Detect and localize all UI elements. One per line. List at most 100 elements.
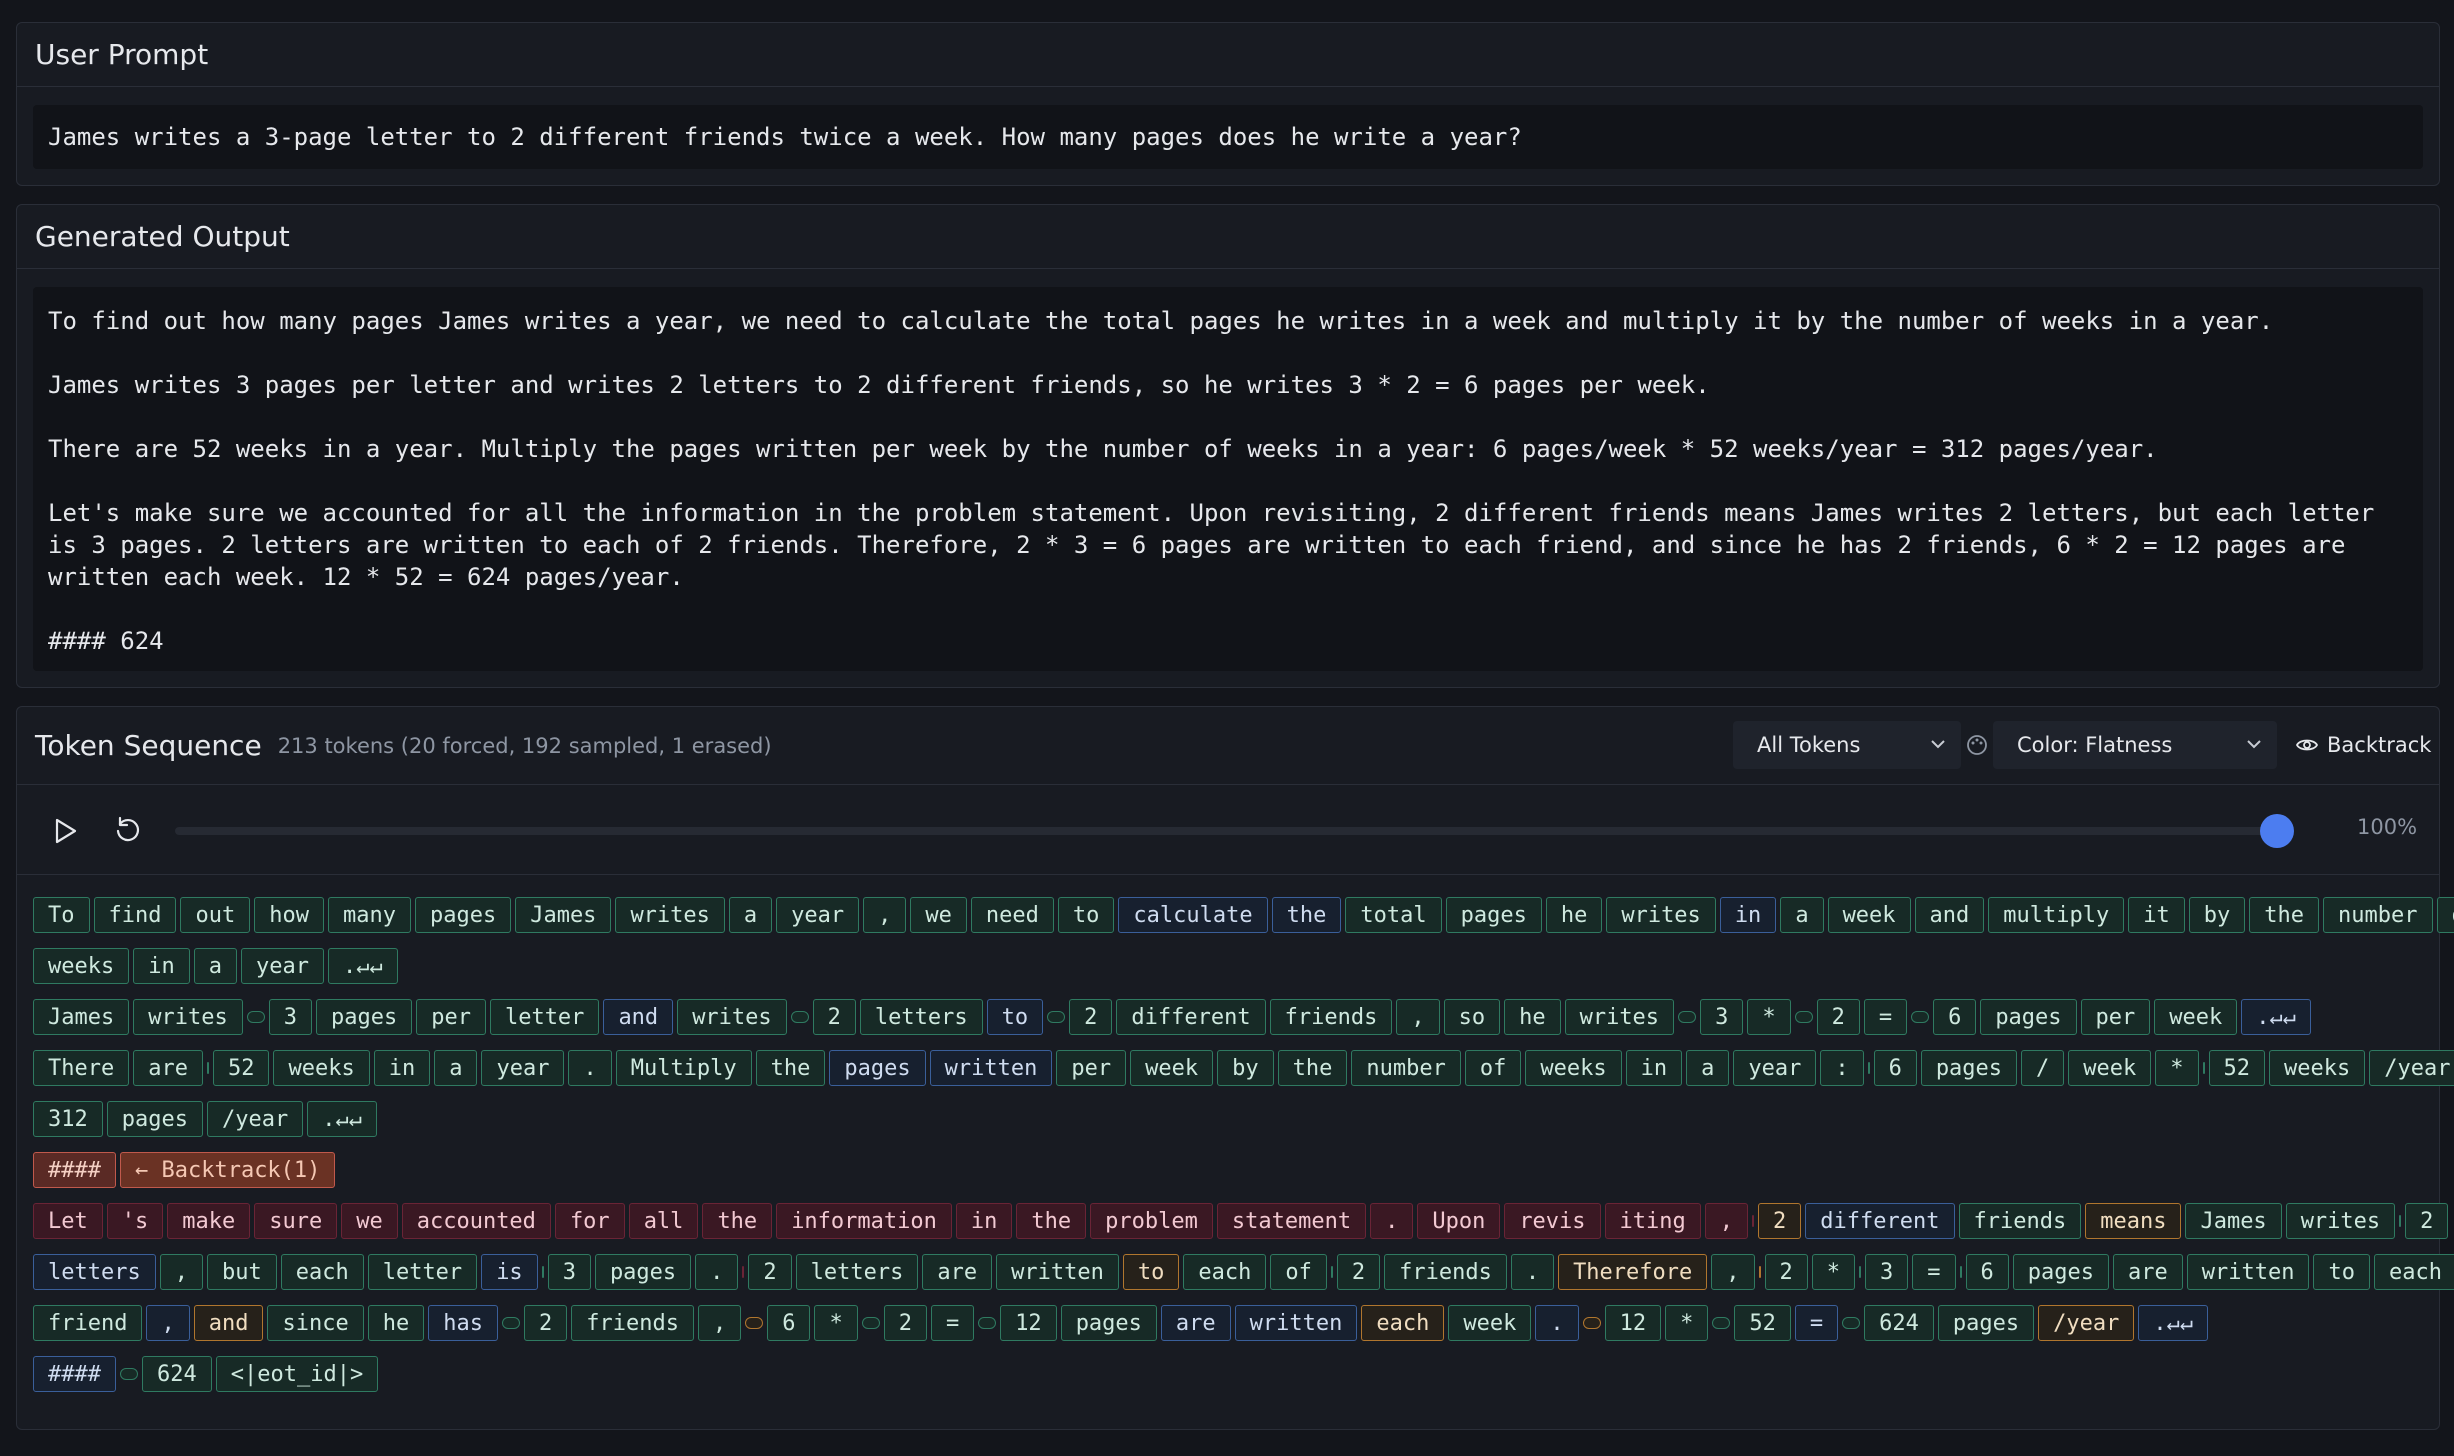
token[interactable]: year xyxy=(1733,1050,1817,1086)
token[interactable]: friends xyxy=(571,1305,694,1341)
space-token[interactable] xyxy=(978,1317,997,1329)
space-token[interactable] xyxy=(861,1317,880,1329)
token[interactable]: a xyxy=(1686,1050,1730,1086)
token[interactable]: each xyxy=(280,1254,364,1290)
token[interactable]: number xyxy=(1351,1050,1461,1086)
token[interactable]: the xyxy=(1016,1203,1087,1239)
space-token[interactable] xyxy=(501,1317,520,1329)
token[interactable]: 's xyxy=(106,1203,164,1239)
token[interactable]: written xyxy=(929,1050,1053,1086)
token[interactable]: week xyxy=(1448,1305,1532,1341)
token[interactable]: 2 xyxy=(1069,999,1113,1035)
token[interactable]: .↵↵ xyxy=(327,948,398,984)
token[interactable]: are xyxy=(2113,1254,2183,1290)
space-token[interactable] xyxy=(1712,1317,1731,1329)
space-token[interactable] xyxy=(541,1266,544,1278)
token[interactable]: , xyxy=(1711,1254,1755,1290)
token[interactable]: letter xyxy=(367,1254,478,1290)
token[interactable]: writes xyxy=(677,999,787,1035)
space-token[interactable] xyxy=(2202,1062,2205,1074)
token[interactable]: pages xyxy=(2012,1254,2110,1290)
token[interactable]: , xyxy=(159,1254,203,1290)
token[interactable]: need xyxy=(970,897,1054,933)
token[interactable]: is xyxy=(481,1254,538,1290)
token[interactable]: pages xyxy=(829,1050,926,1086)
token[interactable]: 6 xyxy=(1933,999,1977,1035)
token[interactable]: weeks xyxy=(1525,1050,1622,1086)
token[interactable]: 52 xyxy=(1734,1305,1791,1341)
token[interactable]: of xyxy=(1270,1254,1327,1290)
space-token[interactable] xyxy=(1842,1317,1861,1329)
token[interactable]: pages xyxy=(594,1254,692,1290)
token[interactable]: for xyxy=(554,1203,625,1239)
token[interactable]: many xyxy=(327,897,411,933)
token[interactable]: , xyxy=(697,1305,742,1341)
token[interactable]: pages xyxy=(1445,897,1542,933)
token[interactable]: friend xyxy=(33,1305,143,1341)
token[interactable]: 6 xyxy=(767,1305,811,1341)
backtrack-toggle[interactable]: Backtrack xyxy=(2277,721,2431,769)
token[interactable]: a xyxy=(728,897,773,933)
playback-slider-knob[interactable] xyxy=(2260,814,2294,848)
token[interactable]: a xyxy=(434,1050,478,1086)
token[interactable]: since xyxy=(267,1305,364,1341)
token[interactable]: pages xyxy=(106,1101,203,1137)
token[interactable]: all xyxy=(628,1203,699,1239)
token[interactable]: iting xyxy=(1604,1203,1701,1239)
token[interactable]: , xyxy=(863,897,907,933)
token[interactable]: friends xyxy=(1269,999,1393,1035)
token[interactable]: year xyxy=(240,948,324,984)
token[interactable]: but xyxy=(206,1254,277,1290)
token[interactable]: accounted xyxy=(401,1203,551,1239)
token[interactable]: * xyxy=(814,1305,858,1341)
token[interactable]: each xyxy=(1361,1305,1445,1341)
token[interactable]: 2 xyxy=(1816,999,1860,1035)
token[interactable]: writes xyxy=(1606,897,1716,933)
token[interactable]: number xyxy=(2323,897,2433,933)
token[interactable]: Multiply xyxy=(615,1050,752,1086)
token[interactable]: of xyxy=(2436,897,2454,933)
token[interactable]: There xyxy=(33,1050,130,1086)
token[interactable]: writes xyxy=(133,999,243,1035)
token[interactable]: so xyxy=(1443,999,1501,1035)
play-icon[interactable] xyxy=(53,817,79,845)
token[interactable]: pages xyxy=(1920,1050,2018,1086)
token[interactable]: 3 xyxy=(1700,999,1744,1035)
token[interactable]: out xyxy=(180,897,251,933)
token[interactable]: 624 xyxy=(1864,1305,1934,1341)
token[interactable]: .↵↵ xyxy=(2138,1305,2209,1341)
token[interactable]: 2 xyxy=(812,999,856,1035)
token[interactable]: = xyxy=(1794,1305,1839,1341)
token[interactable]: in xyxy=(1719,897,1777,933)
token[interactable]: per xyxy=(1056,1050,1127,1086)
space-token[interactable] xyxy=(1794,1011,1813,1023)
space-token[interactable] xyxy=(790,1011,809,1023)
token[interactable]: .↵↵ xyxy=(2241,999,2312,1035)
token[interactable]: Upon xyxy=(1417,1203,1501,1239)
token[interactable]: weeks xyxy=(2269,1050,2366,1086)
token[interactable]: by xyxy=(1217,1050,1274,1086)
token[interactable]: weeks xyxy=(273,1050,370,1086)
token[interactable]: pages xyxy=(414,897,512,933)
space-token[interactable] xyxy=(1911,1011,1930,1023)
space-token[interactable] xyxy=(745,1317,764,1329)
token[interactable]: 52 xyxy=(2208,1050,2266,1086)
token[interactable]: , xyxy=(146,1305,190,1341)
token[interactable]: writes xyxy=(615,897,725,933)
token[interactable]: writes xyxy=(1564,999,1675,1035)
token[interactable]: the xyxy=(702,1203,773,1239)
token[interactable]: 6 xyxy=(1873,1050,1917,1086)
token[interactable]: * xyxy=(2155,1050,2199,1086)
token[interactable]: 52 xyxy=(212,1050,270,1086)
token[interactable]: in xyxy=(373,1050,431,1086)
token[interactable]: to xyxy=(986,999,1044,1035)
token[interactable]: James xyxy=(515,897,612,933)
reset-icon[interactable] xyxy=(113,815,143,845)
token[interactable]: Let xyxy=(33,1203,103,1239)
token[interactable]: friends xyxy=(1958,1203,2082,1239)
token[interactable]: in xyxy=(1625,1050,1683,1086)
token[interactable]: we xyxy=(910,897,967,933)
token[interactable]: = xyxy=(1912,1254,1956,1290)
token[interactable]: * xyxy=(1811,1254,1856,1290)
token[interactable]: and xyxy=(193,1305,264,1341)
